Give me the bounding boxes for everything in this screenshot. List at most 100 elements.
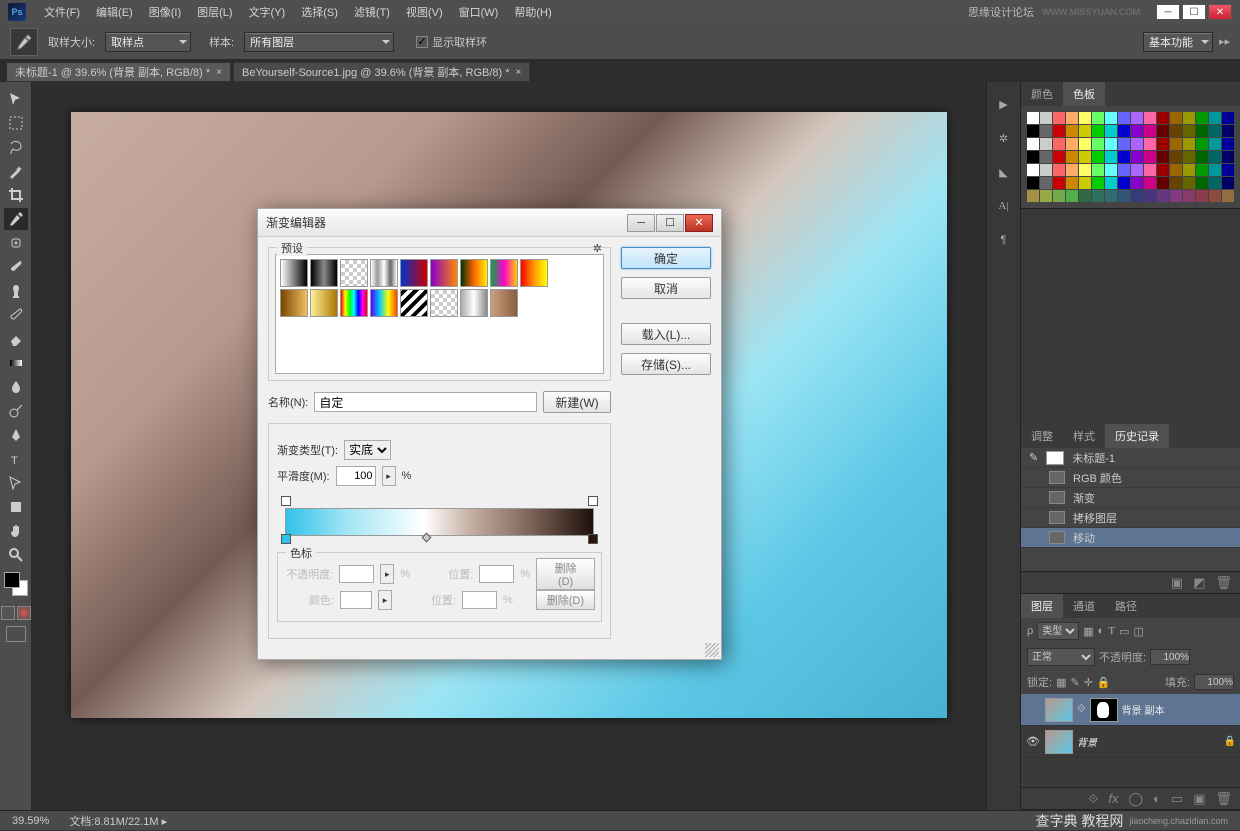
- swatch[interactable]: [1131, 112, 1143, 124]
- swatch[interactable]: [1066, 151, 1078, 163]
- sample-select[interactable]: 所有图层: [244, 32, 394, 52]
- link-layers-icon[interactable]: ⟐: [1088, 791, 1098, 807]
- swatch[interactable]: [1118, 164, 1130, 176]
- load-button[interactable]: 载入(L)...: [621, 323, 711, 345]
- swatch[interactable]: [1131, 125, 1143, 137]
- gear-icon[interactable]: ✲: [593, 242, 602, 255]
- smoothness-stepper[interactable]: ▸: [382, 466, 396, 486]
- swatch[interactable]: [1170, 190, 1182, 202]
- swatch[interactable]: [1118, 151, 1130, 163]
- hand-tool[interactable]: [4, 520, 28, 542]
- delete-color-stop[interactable]: 删除(D): [536, 590, 595, 610]
- layer-thumb[interactable]: [1045, 698, 1073, 722]
- swatch[interactable]: [1209, 164, 1221, 176]
- filter-smart-icon[interactable]: ◫: [1133, 625, 1143, 638]
- cancel-button[interactable]: 取消: [621, 277, 711, 299]
- lock-paint-icon[interactable]: ✎: [1070, 676, 1079, 689]
- swatch[interactable]: [1196, 112, 1208, 124]
- history-brush-tool[interactable]: [4, 304, 28, 326]
- gradient-preset[interactable]: [490, 259, 518, 287]
- swatch[interactable]: [1209, 125, 1221, 137]
- shape-tool[interactable]: [4, 496, 28, 518]
- gradient-preset[interactable]: [340, 259, 368, 287]
- swatch[interactable]: [1157, 164, 1169, 176]
- adjustment-icon[interactable]: ◐: [1153, 791, 1161, 806]
- swatch[interactable]: [1079, 151, 1091, 163]
- swatch[interactable]: [1170, 177, 1182, 189]
- swatch[interactable]: [1196, 125, 1208, 137]
- swatch[interactable]: [1196, 190, 1208, 202]
- opacity-stop-left[interactable]: [281, 496, 291, 506]
- swatch[interactable]: [1209, 177, 1221, 189]
- play-icon[interactable]: ▶: [993, 94, 1015, 114]
- group-icon[interactable]: ▭: [1171, 791, 1183, 807]
- swatch[interactable]: [1144, 125, 1156, 137]
- close-button[interactable]: ✕: [1208, 4, 1232, 20]
- layer-mask-thumb[interactable]: [1090, 698, 1118, 722]
- path-tool[interactable]: [4, 472, 28, 494]
- swatch[interactable]: [1196, 138, 1208, 150]
- gradient-preset[interactable]: [460, 289, 488, 317]
- swatch[interactable]: [1092, 177, 1104, 189]
- swatch[interactable]: [1079, 112, 1091, 124]
- swatch[interactable]: [1183, 125, 1195, 137]
- swatch[interactable]: [1027, 177, 1039, 189]
- swatch[interactable]: [1092, 112, 1104, 124]
- ok-button[interactable]: 确定: [621, 247, 711, 269]
- tab-color[interactable]: 颜色: [1021, 82, 1063, 106]
- fx-icon[interactable]: fx: [1108, 791, 1118, 806]
- swatch[interactable]: [1157, 151, 1169, 163]
- marquee-tool[interactable]: [4, 112, 28, 134]
- swatches-grid[interactable]: [1021, 106, 1240, 208]
- swatch[interactable]: [1222, 125, 1234, 137]
- swatch[interactable]: [1183, 112, 1195, 124]
- swatch[interactable]: [1079, 177, 1091, 189]
- gradient-preset[interactable]: [280, 289, 308, 317]
- gradient-preset[interactable]: [340, 289, 368, 317]
- save-button[interactable]: 存储(S)...: [621, 353, 711, 375]
- current-tool-icon[interactable]: [10, 28, 38, 56]
- tab-styles[interactable]: 样式: [1063, 424, 1105, 448]
- blur-tool[interactable]: [4, 376, 28, 398]
- gradient-preset[interactable]: [400, 259, 428, 287]
- swatch[interactable]: [1170, 125, 1182, 137]
- zoom-value[interactable]: 39.59%: [12, 815, 49, 827]
- dialog-maximize[interactable]: ☐: [656, 214, 684, 232]
- quickmask-mode[interactable]: [17, 606, 31, 620]
- wand-tool[interactable]: [4, 160, 28, 182]
- swatch[interactable]: [1092, 138, 1104, 150]
- swatch[interactable]: [1105, 125, 1117, 137]
- character-icon[interactable]: A|: [993, 196, 1015, 216]
- gradient-tool[interactable]: [4, 352, 28, 374]
- swatch[interactable]: [1053, 112, 1065, 124]
- smoothness-input[interactable]: [336, 466, 376, 486]
- tab-paths[interactable]: 路径: [1105, 594, 1147, 618]
- filter-shape-icon[interactable]: ▭: [1119, 625, 1129, 638]
- swatch[interactable]: [1144, 112, 1156, 124]
- swatch[interactable]: [1118, 138, 1130, 150]
- type-tool[interactable]: T: [4, 448, 28, 470]
- swatch[interactable]: [1209, 151, 1221, 163]
- swatch[interactable]: [1196, 177, 1208, 189]
- history-snapshot[interactable]: ✎ 未标题-1: [1021, 448, 1240, 468]
- resize-grip[interactable]: [705, 643, 719, 657]
- swatch[interactable]: [1196, 151, 1208, 163]
- menu-item[interactable]: 窗口(W): [451, 4, 507, 20]
- swatch[interactable]: [1222, 138, 1234, 150]
- menu-item[interactable]: 滤镜(T): [346, 4, 398, 20]
- swatch[interactable]: [1118, 125, 1130, 137]
- filter-type-icon[interactable]: T: [1108, 625, 1115, 637]
- swatch[interactable]: [1079, 164, 1091, 176]
- menu-item[interactable]: 文字(Y): [241, 4, 294, 20]
- swatch[interactable]: [1209, 138, 1221, 150]
- swatch[interactable]: [1040, 112, 1052, 124]
- swatch[interactable]: [1040, 138, 1052, 150]
- swatch[interactable]: [1105, 112, 1117, 124]
- swatch[interactable]: [1079, 138, 1091, 150]
- history-item[interactable]: 拷移图层: [1021, 508, 1240, 528]
- swatch[interactable]: [1144, 164, 1156, 176]
- new-button[interactable]: 新建(W): [543, 391, 611, 413]
- gradient-preset[interactable]: [460, 259, 488, 287]
- expand-icon[interactable]: ▸▸: [1219, 35, 1230, 48]
- doc-tab-1[interactable]: BeYourself-Source1.jpg @ 39.6% (背景 副本, R…: [233, 62, 530, 82]
